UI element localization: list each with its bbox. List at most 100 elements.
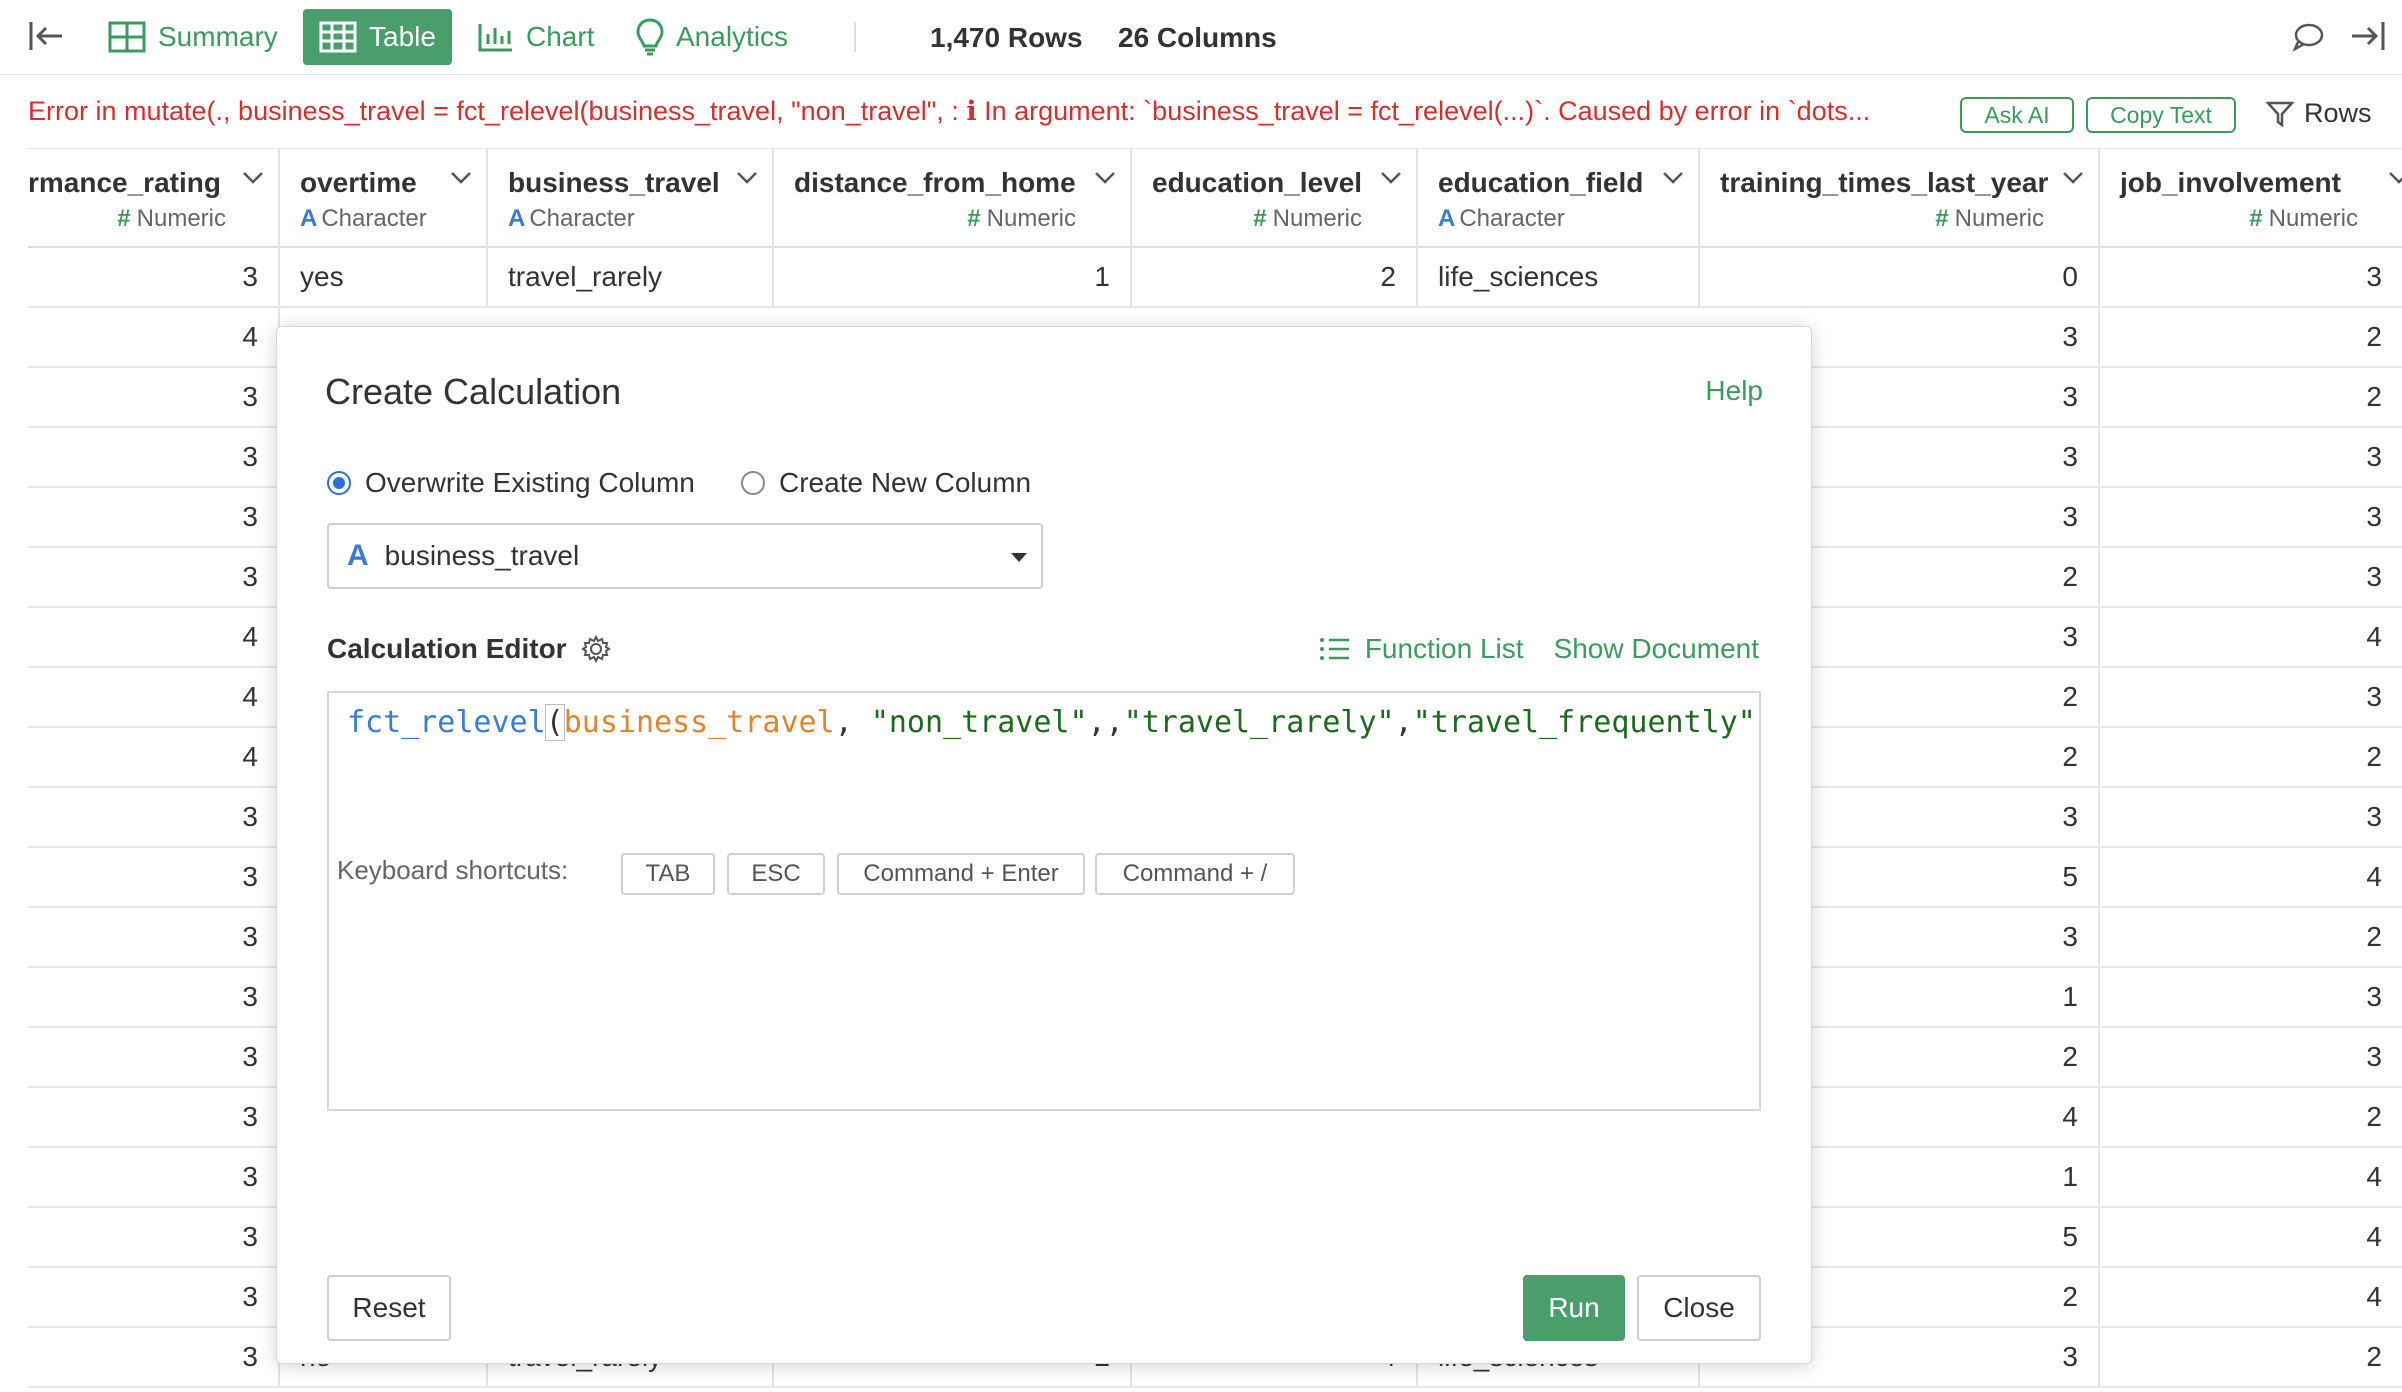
table-cell[interactable]: 2 xyxy=(2100,728,2402,786)
table-cell[interactable]: 2 xyxy=(2100,1088,2402,1146)
table-cell[interactable]: 3 xyxy=(2100,788,2402,846)
table-cell[interactable]: 4 xyxy=(28,308,280,366)
rows-filter-button[interactable]: Rows xyxy=(2266,98,2372,129)
tab-chart[interactable]: Chart xyxy=(478,9,594,65)
tab-summary[interactable]: Summary xyxy=(108,9,278,65)
column-type: Numeric xyxy=(2268,205,2358,232)
column-header[interactable]: education_level # Numeric xyxy=(1132,148,1418,248)
column-name: education_field xyxy=(1438,167,1644,198)
table-cell[interactable]: life_sciences xyxy=(1418,248,1700,306)
table-cell[interactable]: 2 xyxy=(2100,308,2402,366)
table-cell[interactable]: 3 xyxy=(28,1088,280,1146)
table-cell[interactable]: 3 xyxy=(2100,488,2402,546)
column-select-value: business_travel xyxy=(384,540,580,571)
collapse-right-icon[interactable] xyxy=(2350,20,2386,57)
chevron-down-icon[interactable] xyxy=(1662,171,1684,190)
column-header[interactable]: training_times_last_year # Numeric xyxy=(1700,148,2100,248)
shortcut-tab: TAB xyxy=(621,853,715,895)
code-string: "travel_rarely" xyxy=(1123,705,1395,740)
numeric-icon: # xyxy=(1935,205,1949,232)
table-cell[interactable]: 3 xyxy=(28,428,280,486)
chevron-down-icon[interactable] xyxy=(736,171,758,190)
row-count: 1,470 Rows xyxy=(930,22,1083,53)
run-button[interactable]: Run xyxy=(1523,1275,1625,1341)
tab-analytics[interactable]: Analytics xyxy=(636,9,788,65)
calculation-editor[interactable]: fct_relevel(business_travel, "non_travel… xyxy=(327,691,1761,1111)
column-name: education_level xyxy=(1152,167,1363,198)
keyboard-shortcuts-label: Keyboard shortcuts: xyxy=(337,855,569,885)
table-cell[interactable]: 3 xyxy=(28,248,280,306)
table-cell[interactable]: 4 xyxy=(28,728,280,786)
column-name: job_involvement xyxy=(2120,167,2341,198)
column-type: Character xyxy=(321,205,427,232)
table-cell[interactable]: 3 xyxy=(28,1268,280,1326)
reset-button[interactable]: Reset xyxy=(327,1275,451,1341)
table-cell[interactable]: 3 xyxy=(2100,248,2402,306)
table-icon xyxy=(319,21,357,53)
table-cell[interactable]: 3 xyxy=(28,848,280,906)
radio-selected-icon xyxy=(327,471,351,495)
collapse-left-icon[interactable] xyxy=(28,20,64,57)
table-cell[interactable]: 3 xyxy=(28,488,280,546)
show-document-link[interactable]: Show Document xyxy=(1554,633,1759,665)
column-header[interactable]: education_field A Character xyxy=(1418,148,1700,248)
table-cell[interactable]: yes xyxy=(280,248,488,306)
table-cell[interactable]: 3 xyxy=(28,1208,280,1266)
table-cell[interactable]: 3 xyxy=(28,368,280,426)
table-cell[interactable]: 4 xyxy=(28,608,280,666)
column-header[interactable]: rmance_rating # Numeric xyxy=(28,148,280,248)
overwrite-column-radio[interactable]: Overwrite Existing Column xyxy=(327,467,695,499)
table-cell[interactable]: 3 xyxy=(2100,968,2402,1026)
character-icon: A xyxy=(300,205,318,232)
table-cell[interactable]: 4 xyxy=(28,668,280,726)
table-cell[interactable]: 3 xyxy=(28,968,280,1026)
create-new-column-radio[interactable]: Create New Column xyxy=(741,467,1031,499)
code-column: business_travel xyxy=(563,705,835,740)
column-header[interactable]: job_involvement # Numeric xyxy=(2100,148,2402,248)
table-cell[interactable]: 4 xyxy=(2100,1148,2402,1206)
table-cell[interactable]: 4 xyxy=(2100,848,2402,906)
close-button[interactable]: Close xyxy=(1637,1275,1761,1341)
table-cell[interactable]: 3 xyxy=(2100,668,2402,726)
column-type: Character xyxy=(529,205,635,232)
column-header[interactable]: business_travel A Character xyxy=(488,148,774,248)
gear-icon[interactable] xyxy=(580,634,611,664)
chevron-down-icon[interactable] xyxy=(1380,171,1402,190)
table-cell[interactable]: 0 xyxy=(1700,248,2100,306)
table-cell[interactable]: 3 xyxy=(2100,1028,2402,1086)
comment-icon[interactable] xyxy=(2292,22,2324,57)
table-cell[interactable]: 4 xyxy=(2100,1268,2402,1326)
chevron-down-icon[interactable] xyxy=(2388,171,2402,190)
column-header[interactable]: overtime A Character xyxy=(280,148,488,248)
table-cell[interactable]: 3 xyxy=(28,548,280,606)
table-cell[interactable]: 1 xyxy=(774,248,1132,306)
chevron-down-icon[interactable] xyxy=(450,171,472,190)
character-icon: A xyxy=(1438,205,1456,232)
table-cell[interactable]: 3 xyxy=(28,908,280,966)
function-list-link[interactable]: Function List xyxy=(1365,633,1524,665)
chevron-down-icon[interactable] xyxy=(2062,171,2084,190)
filter-icon xyxy=(2266,101,2294,127)
table-cell[interactable]: 2 xyxy=(1132,248,1418,306)
code-separator: ,, xyxy=(1087,705,1124,740)
table-cell[interactable]: 3 xyxy=(2100,428,2402,486)
table-cell[interactable]: 3 xyxy=(2100,548,2402,606)
column-header[interactable]: distance_from_home # Numeric xyxy=(774,148,1132,248)
table-cell[interactable]: 2 xyxy=(2100,368,2402,426)
code-line[interactable]: fct_relevel(business_travel, "non_travel… xyxy=(347,701,1756,745)
chevron-down-icon[interactable] xyxy=(242,171,264,190)
character-icon: A xyxy=(508,205,526,232)
table-cell[interactable]: 2 xyxy=(2100,908,2402,966)
table-cell[interactable]: travel_rarely xyxy=(488,248,774,306)
help-link[interactable]: Help xyxy=(1705,375,1763,407)
table-cell[interactable]: 3 xyxy=(28,788,280,846)
tab-table[interactable]: Table xyxy=(303,9,452,65)
column-select[interactable]: A business_travel xyxy=(327,523,1043,589)
ask-ai-button[interactable]: Ask AI xyxy=(1960,97,2074,133)
table-cell[interactable]: 4 xyxy=(2100,1208,2402,1266)
copy-text-button[interactable]: Copy Text xyxy=(2086,97,2236,133)
table-cell[interactable]: 3 xyxy=(28,1028,280,1086)
table-cell[interactable]: 3 xyxy=(28,1148,280,1206)
chevron-down-icon[interactable] xyxy=(1094,171,1116,190)
table-cell[interactable]: 4 xyxy=(2100,608,2402,666)
